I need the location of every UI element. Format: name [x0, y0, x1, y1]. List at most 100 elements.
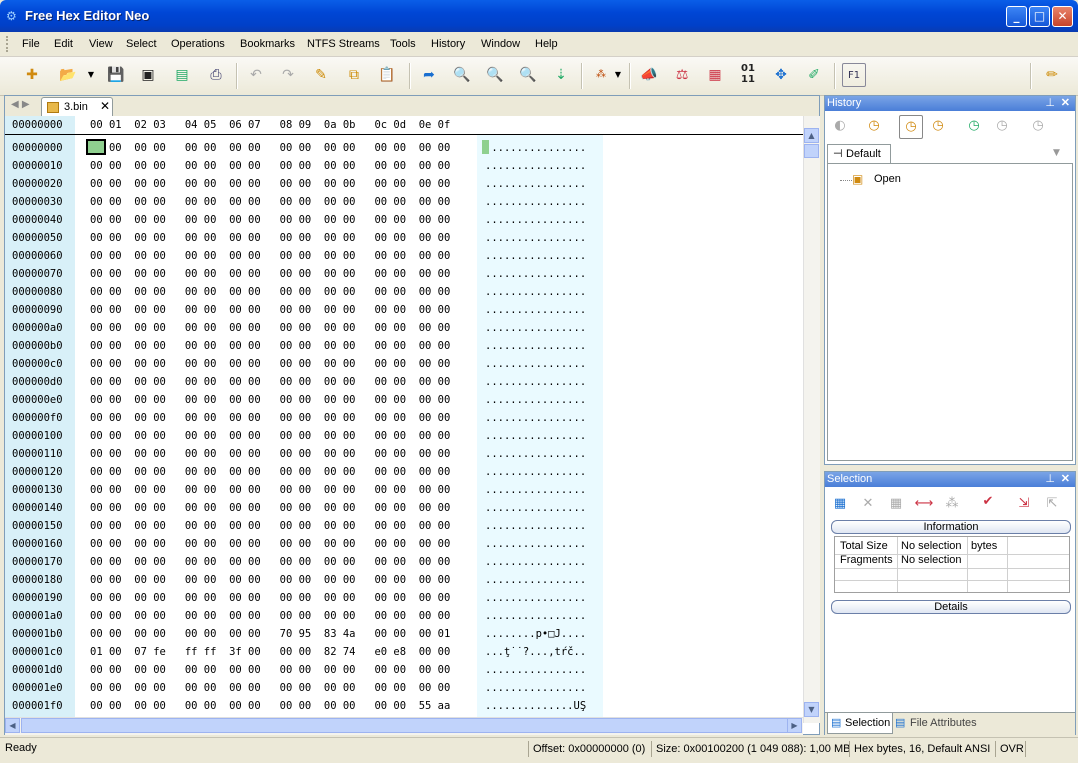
- menu-window[interactable]: Window: [481, 38, 520, 50]
- hex-row[interactable]: 00000150 00 00 00 00 00 00 00 00 00 00 00…: [5, 517, 805, 535]
- hex-row[interactable]: 000000e0 00 00 00 00 00 00 00 00 00 00 00…: [5, 391, 805, 409]
- disk-icon[interactable]: ✥: [769, 63, 793, 87]
- hex-row[interactable]: 000001f0 00 00 00 00 00 00 00 00 00 00 00…: [5, 697, 805, 715]
- tab-3bin[interactable]: 3.bin ✕: [41, 97, 113, 116]
- history-restore-icon[interactable]: ◷: [963, 115, 985, 137]
- hex-row[interactable]: 00000040 00 00 00 00 00 00 00 00 00 00 00…: [5, 211, 805, 229]
- help-f1-icon[interactable]: F1: [842, 63, 866, 87]
- redo-icon[interactable]: ↷: [276, 63, 300, 87]
- bookmark-icon[interactable]: ✐: [802, 63, 826, 87]
- row-text[interactable]: ................: [485, 304, 586, 316]
- hex-row[interactable]: 00000130 00 00 00 00 00 00 00 00 00 00 00…: [5, 481, 805, 499]
- hex-row[interactable]: 00000070 00 00 00 00 00 00 00 00 00 00 00…: [5, 265, 805, 283]
- row-text[interactable]: ................: [485, 466, 586, 478]
- hex-row[interactable]: 00000000 00 00 00 00 00 00 00 00 00 00 00…: [5, 139, 805, 157]
- row-hex-bytes[interactable]: 00 00 00 00 00 00 00 00 00 00 00 00 00 0…: [90, 250, 450, 262]
- hex-row[interactable]: 00000190 00 00 00 00 00 00 00 00 00 00 00…: [5, 589, 805, 607]
- row-hex-bytes[interactable]: 00 00 00 00 00 00 00 00 00 00 00 00 00 0…: [90, 286, 450, 298]
- tab-selection[interactable]: ▤ Selection: [827, 713, 893, 734]
- menu-bookmarks[interactable]: Bookmarks: [240, 38, 295, 50]
- tab-default[interactable]: ⊣ Default: [827, 144, 891, 164]
- row-text[interactable]: ................: [485, 376, 586, 388]
- new-file-icon[interactable]: ✚: [20, 63, 44, 87]
- hex-row[interactable]: 000000a0 00 00 00 00 00 00 00 00 00 00 00…: [5, 319, 805, 337]
- row-hex-bytes[interactable]: 00 00 00 00 00 00 00 00 00 00 00 00 00 0…: [90, 592, 450, 604]
- row-hex-bytes[interactable]: 00 00 00 00 00 00 00 00 00 00 00 00 00 0…: [90, 430, 450, 442]
- select-grid-icon[interactable]: ▦: [829, 493, 851, 515]
- row-text[interactable]: ................: [485, 484, 586, 496]
- tab-close-icon[interactable]: ✕: [100, 99, 110, 113]
- select-clear-icon[interactable]: ✕: [857, 493, 879, 515]
- history-item-open[interactable]: Open: [874, 173, 901, 185]
- hex-row[interactable]: 00000020 00 00 00 00 00 00 00 00 00 00 00…: [5, 175, 805, 193]
- menu-file[interactable]: File: [22, 38, 40, 50]
- scroll-down-button[interactable]: ▼: [804, 702, 819, 717]
- menu-select[interactable]: Select: [126, 38, 157, 50]
- hex-row[interactable]: 00000050 00 00 00 00 00 00 00 00 00 00 00…: [5, 229, 805, 247]
- replace-icon[interactable]: ⇣: [549, 63, 573, 87]
- tab-file-attributes[interactable]: ▤ File Attributes: [893, 713, 993, 733]
- row-hex-bytes[interactable]: 00 00 00 00 00 00 00 00 00 00 00 00 00 0…: [90, 700, 450, 712]
- row-hex-bytes[interactable]: 00 00 00 00 00 00 00 00 00 00 00 00 00 0…: [90, 322, 450, 334]
- row-text[interactable]: ................: [485, 538, 586, 550]
- hex-row[interactable]: 00000010 00 00 00 00 00 00 00 00 00 00 00…: [5, 157, 805, 175]
- row-hex-bytes[interactable]: 00 00 00 00 00 00 00 00 00 00 00 00 00 0…: [90, 664, 450, 676]
- select-check-icon[interactable]: ✔: [977, 491, 999, 513]
- row-hex-bytes[interactable]: 00 00 00 00 00 00 00 00 00 00 00 00 00 0…: [90, 502, 450, 514]
- row-text[interactable]: ........p•□J....: [485, 628, 586, 640]
- hex-row[interactable]: 00000180 00 00 00 00 00 00 00 00 00 00 00…: [5, 571, 805, 589]
- undo-icon[interactable]: ↶: [244, 63, 268, 87]
- row-hex-bytes[interactable]: 00 00 00 00 00 00 00 00 00 00 00 00 00 0…: [90, 268, 450, 280]
- hex-row[interactable]: 000000d0 00 00 00 00 00 00 00 00 00 00 00…: [5, 373, 805, 391]
- row-hex-bytes[interactable]: 00 00 00 00 00 00 00 00 00 00 00 00 00 0…: [90, 304, 450, 316]
- panel-close-icon[interactable]: ✕: [1061, 472, 1070, 485]
- hscroll-thumb[interactable]: [21, 718, 791, 733]
- history-back-icon[interactable]: ◐: [829, 115, 851, 137]
- row-hex-bytes[interactable]: 00 00 00 00 00 00 00 00 00 00 00 00 00 0…: [90, 484, 450, 496]
- horizontal-scrollbar[interactable]: ◀ ▶: [5, 717, 803, 735]
- history-clear-icon[interactable]: ◷: [1027, 115, 1049, 137]
- compare-icon[interactable]: ⚖: [670, 63, 694, 87]
- row-hex-bytes[interactable]: 00 00 00 00 00 00 00 00 00 00 00 00 00 0…: [90, 448, 450, 460]
- save-as-icon[interactable]: ▣: [136, 63, 160, 87]
- save-all-icon[interactable]: ▤: [170, 63, 194, 87]
- select-export-icon[interactable]: ⇲: [1013, 493, 1035, 515]
- hex-row[interactable]: 00000080 00 00 00 00 00 00 00 00 00 00 00…: [5, 283, 805, 301]
- row-text[interactable]: ..............UŞ: [485, 700, 586, 712]
- hex-row[interactable]: 000001a0 00 00 00 00 00 00 00 00 00 00 00…: [5, 607, 805, 625]
- hex-row[interactable]: 000001e0 00 00 00 00 00 00 00 00 00 00 00…: [5, 679, 805, 697]
- row-hex-bytes[interactable]: 00 00 00 00 00 00 00 00 00 00 00 00 00 0…: [90, 538, 450, 550]
- row-text[interactable]: ................: [485, 394, 586, 406]
- row-text[interactable]: ................: [485, 574, 586, 586]
- ntfs-icon[interactable]: ▦: [703, 63, 727, 87]
- select-import-icon[interactable]: ⇱: [1041, 493, 1063, 515]
- menu-ntfs-streams[interactable]: NTFS Streams: [307, 38, 380, 50]
- row-text[interactable]: ................: [485, 610, 586, 622]
- row-text[interactable]: ................: [485, 340, 586, 352]
- row-hex-bytes[interactable]: 00 00 00 00 00 00 00 00 00 00 00 00 00 0…: [90, 358, 450, 370]
- row-text[interactable]: ................: [485, 160, 586, 172]
- close-button[interactable]: ✕: [1052, 6, 1073, 27]
- row-text[interactable]: ................: [485, 286, 586, 298]
- history-tree-icon[interactable]: ◷: [899, 115, 923, 139]
- hex-row[interactable]: 000001c0 01 00 07 fe ff ff 3f 00 00 00 82…: [5, 643, 805, 661]
- row-hex-bytes[interactable]: 00 00 00 00 00 00 00 00 00 00 00 00 00 0…: [90, 610, 450, 622]
- copy-icon[interactable]: ⧉: [342, 63, 366, 87]
- row-text[interactable]: ................: [485, 322, 586, 334]
- row-text[interactable]: ................: [485, 268, 586, 280]
- hex-row[interactable]: 00000060 00 00 00 00 00 00 00 00 00 00 00…: [5, 247, 805, 265]
- row-hex-bytes[interactable]: 00 00 00 00 00 00 00 00 00 00 00 00 00 0…: [90, 394, 450, 406]
- history-dropdown-icon[interactable]: ▼: [1053, 148, 1060, 158]
- announce-icon[interactable]: 📣: [637, 63, 661, 87]
- hex-row[interactable]: 000001b0 00 00 00 00 00 00 00 00 70 95 83…: [5, 625, 805, 643]
- hex-row[interactable]: 000001d0 00 00 00 00 00 00 00 00 00 00 00…: [5, 661, 805, 679]
- scroll-up-button[interactable]: ▲: [804, 128, 819, 143]
- row-hex-bytes[interactable]: 00 00 00 00 00 00 00 00 00 00 00 00 00 0…: [90, 142, 450, 154]
- row-text[interactable]: ................: [485, 682, 586, 694]
- print-icon[interactable]: ⎙: [204, 63, 228, 87]
- information-group[interactable]: Information: [831, 520, 1071, 534]
- row-hex-bytes[interactable]: 00 00 00 00 00 00 00 00 00 00 00 00 00 0…: [90, 520, 450, 532]
- menu-operations[interactable]: Operations: [171, 38, 225, 50]
- row-text[interactable]: ................: [485, 556, 586, 568]
- binary-icon[interactable]: 01 11: [736, 63, 760, 87]
